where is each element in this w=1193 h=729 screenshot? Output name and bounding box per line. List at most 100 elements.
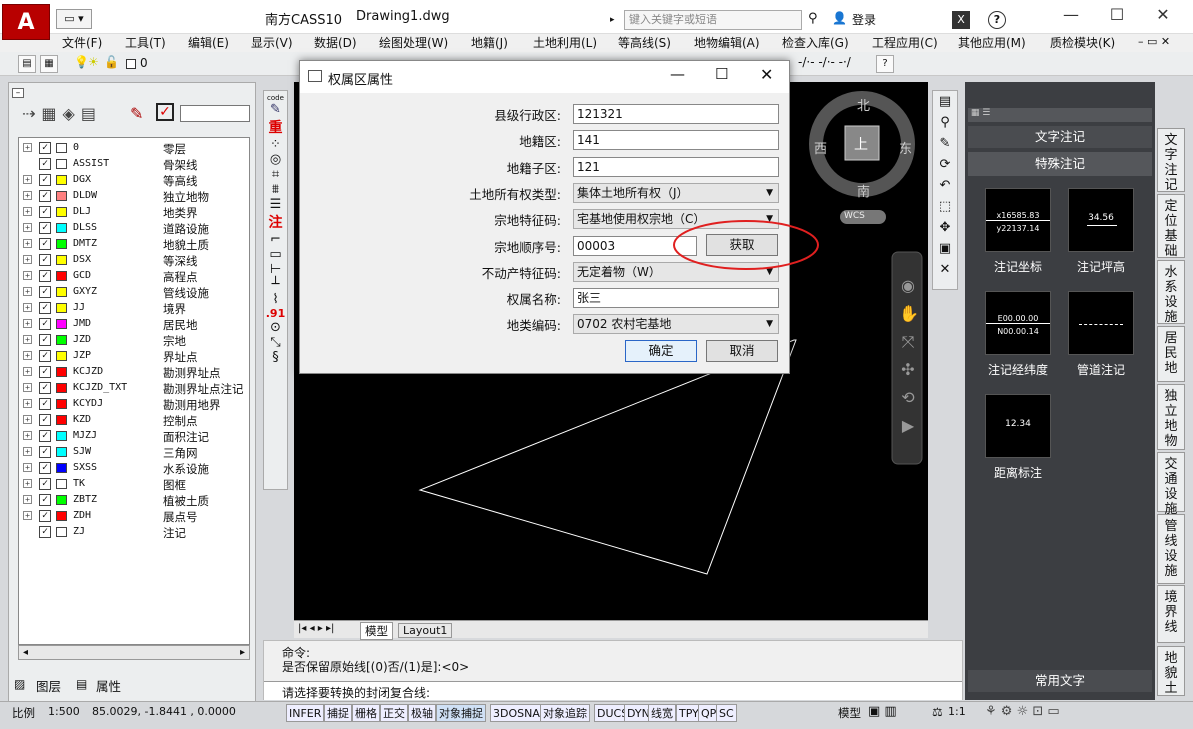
tool-icon[interactable]: ✎ <box>264 102 287 117</box>
status-toggle[interactable]: 栅格 <box>352 704 380 722</box>
expand-toggle-icon[interactable]: + <box>23 239 32 248</box>
side-tab[interactable]: 独立地物 <box>1157 384 1185 450</box>
layer-row[interactable]: + ✓ TK 图框 <box>19 476 249 492</box>
layer-row[interactable]: + ✓ DLSS 道路设施 <box>19 220 249 236</box>
bulb-icon[interactable]: 💡 <box>74 55 89 69</box>
search-expand-icon[interactable]: ▸ <box>610 10 622 30</box>
side-tab[interactable]: 水系设施 <box>1157 260 1185 325</box>
palette-header-special[interactable]: 特殊注记 <box>968 152 1152 176</box>
layer-row[interactable]: + ✓ MJZJ 面积注记 <box>19 428 249 444</box>
help-icon[interactable]: ? <box>988 11 1006 29</box>
diagonal-icon[interactable]: ⤡ <box>264 335 287 350</box>
side-tab[interactable]: 居民地 <box>1157 326 1185 382</box>
checkmark-icon[interactable]: ✓ <box>156 103 174 121</box>
sun-icon[interactable]: ☀ <box>88 55 99 69</box>
elevation-icon[interactable]: .91 <box>264 307 287 320</box>
panel-collapse-button[interactable]: – <box>12 88 24 98</box>
curve-icon[interactable]: ⌇ <box>264 292 287 307</box>
layer-visible-checkbox[interactable]: ✓ <box>39 254 51 266</box>
expand-toggle-icon[interactable]: + <box>23 479 32 488</box>
layer-state-icon[interactable]: ▦ <box>40 55 58 73</box>
menu-item[interactable]: 地籍(J) <box>471 34 508 52</box>
tab-nav-arrows[interactable]: |◂ ◂ ▸ ▸| <box>298 623 334 634</box>
dash-line-icon[interactable]: ┴ <box>264 277 287 292</box>
snap-tools-icons[interactable]: -/·- -/·- -·/ <box>798 55 851 69</box>
layer-visible-checkbox[interactable]: ✓ <box>39 334 51 346</box>
side-tab[interactable]: 境界线 <box>1157 585 1185 643</box>
right-toolbar-icons[interactable]: ▤ ⚲ ✎ ⟳ ↶ ⬚ ✥ ▣ ✕ <box>933 91 957 280</box>
side-tab[interactable]: 地貌土 <box>1157 646 1185 696</box>
palette-toolbar[interactable]: ▦ ☰ <box>968 108 1152 122</box>
layer-color-swatch[interactable] <box>56 191 67 201</box>
cancel-button[interactable]: 取消 <box>706 340 778 362</box>
menu-item[interactable]: 绘图处理(W) <box>379 34 448 52</box>
command-window[interactable]: 命令: 是否保留原始线[(0)否/(1)是]:<0> 请选择要转换的封闭复合线: <box>263 640 963 700</box>
layer-row[interactable]: + ✓ GXYZ 管线设施 <box>19 284 249 300</box>
status-toggle[interactable]: 极轴 <box>408 704 436 722</box>
rectangle-icon[interactable]: ▭ <box>264 247 287 262</box>
side-tab[interactable]: 交通设施 <box>1157 452 1185 517</box>
tab-model[interactable]: 模型 <box>360 622 393 640</box>
field-input[interactable]: 张三 <box>573 288 779 309</box>
layer-row[interactable]: + ✓ DLDW 独立地物 <box>19 188 249 204</box>
layer-row[interactable]: + ✓ KZD 控制点 <box>19 412 249 428</box>
layer-visible-checkbox[interactable]: ✓ <box>39 478 51 490</box>
layer-color-swatch[interactable] <box>56 223 67 233</box>
expand-toggle-icon[interactable]: + <box>23 495 32 504</box>
expand-toggle-icon[interactable]: + <box>23 143 32 152</box>
layer-color-swatch[interactable] <box>56 175 67 185</box>
layer-visible-checkbox[interactable]: ✓ <box>39 222 51 234</box>
layer-tools-icons[interactable]: ⇢▦◈▤ <box>22 104 102 123</box>
layer-color-swatch[interactable] <box>56 239 67 249</box>
expand-toggle-icon[interactable]: + <box>23 207 32 216</box>
layers-tab-icon[interactable]: ▨ <box>14 677 25 691</box>
layer-visible-checkbox[interactable]: ✓ <box>39 462 51 474</box>
menu-item[interactable]: 工程应用(C) <box>872 34 938 52</box>
application-menu-button[interactable]: A <box>2 4 50 40</box>
layer-manager-icon[interactable]: ▤ <box>18 55 36 73</box>
points-icon[interactable]: ⁘ <box>264 137 287 152</box>
fence-icon[interactable]: ⊢ <box>264 262 287 277</box>
nav-tools-icons[interactable]: ◉ ✋ ⤧ ✣ ⟲ ▶ <box>899 272 919 440</box>
layer-color-swatch[interactable] <box>56 207 67 217</box>
palette-footer-common[interactable]: 常用文字 <box>968 670 1152 692</box>
side-tab[interactable]: 管线设施 <box>1157 514 1185 584</box>
search-input[interactable]: 键入关键字或短语 <box>624 10 802 30</box>
expand-toggle-icon[interactable]: + <box>23 463 32 472</box>
quick-access-open-button[interactable]: ▭ ▾ <box>56 9 92 29</box>
layer-visible-checkbox[interactable]: ✓ <box>39 430 51 442</box>
layer-color-swatch[interactable] <box>56 447 67 457</box>
layer-visible-checkbox[interactable]: ✓ <box>39 206 51 218</box>
symbol-tile[interactable]: x16585.83 y22137.14 <box>985 188 1051 252</box>
dialog-maximize-button[interactable]: ☐ <box>715 65 728 83</box>
tab-layout1[interactable]: Layout1 <box>398 623 453 638</box>
layer-visible-checkbox[interactable]: ✓ <box>39 190 51 202</box>
terrain-icon[interactable]: ⩩ <box>264 182 287 197</box>
symbol-tile[interactable]: E00.00.00 N00.00.14 <box>985 291 1051 355</box>
layer-color-swatch[interactable] <box>56 399 67 409</box>
layer-list-hscrollbar[interactable]: ◂ ▸ <box>18 645 250 660</box>
menu-item[interactable]: 显示(V) <box>251 34 293 52</box>
expand-toggle-icon[interactable]: + <box>23 271 32 280</box>
expand-toggle-icon[interactable]: + <box>23 511 32 520</box>
layer-row[interactable]: + ✓ JJ 境界 <box>19 300 249 316</box>
layer-row[interactable]: + ✓ ZDH 展点号 <box>19 508 249 524</box>
layer-color-swatch[interactable] <box>56 287 67 297</box>
expand-toggle-icon[interactable]: + <box>23 319 32 328</box>
viewcube-top-label[interactable]: 上 <box>854 134 868 154</box>
expand-toggle-icon[interactable]: + <box>23 351 32 360</box>
layer-visible-checkbox[interactable]: ✓ <box>39 270 51 282</box>
layer-color-swatch[interactable] <box>56 367 67 377</box>
properties-tab-icon[interactable]: ▤ <box>76 677 87 691</box>
help-toolbar-icon[interactable]: ? <box>876 55 894 73</box>
layer-visible-checkbox[interactable]: ✓ <box>39 398 51 410</box>
dialog-minimize-button[interactable]: — <box>670 65 685 83</box>
layer-row[interactable]: + ✓ ZBTZ 植被土质 <box>19 492 249 508</box>
annotation-scale[interactable]: 1:1 <box>948 705 966 718</box>
layer-row[interactable]: + ✓ DGX 等高线 <box>19 172 249 188</box>
layer-color-swatch[interactable] <box>56 319 67 329</box>
layer-row[interactable]: ✓ ASSIST 骨架线 <box>19 156 249 172</box>
status-toggle[interactable]: 捕捉 <box>324 704 352 722</box>
palette-header-text[interactable]: 文字注记 <box>968 126 1152 148</box>
layer-row[interactable]: + ✓ KCJZD_TXT 勘测界址点注记 <box>19 380 249 396</box>
